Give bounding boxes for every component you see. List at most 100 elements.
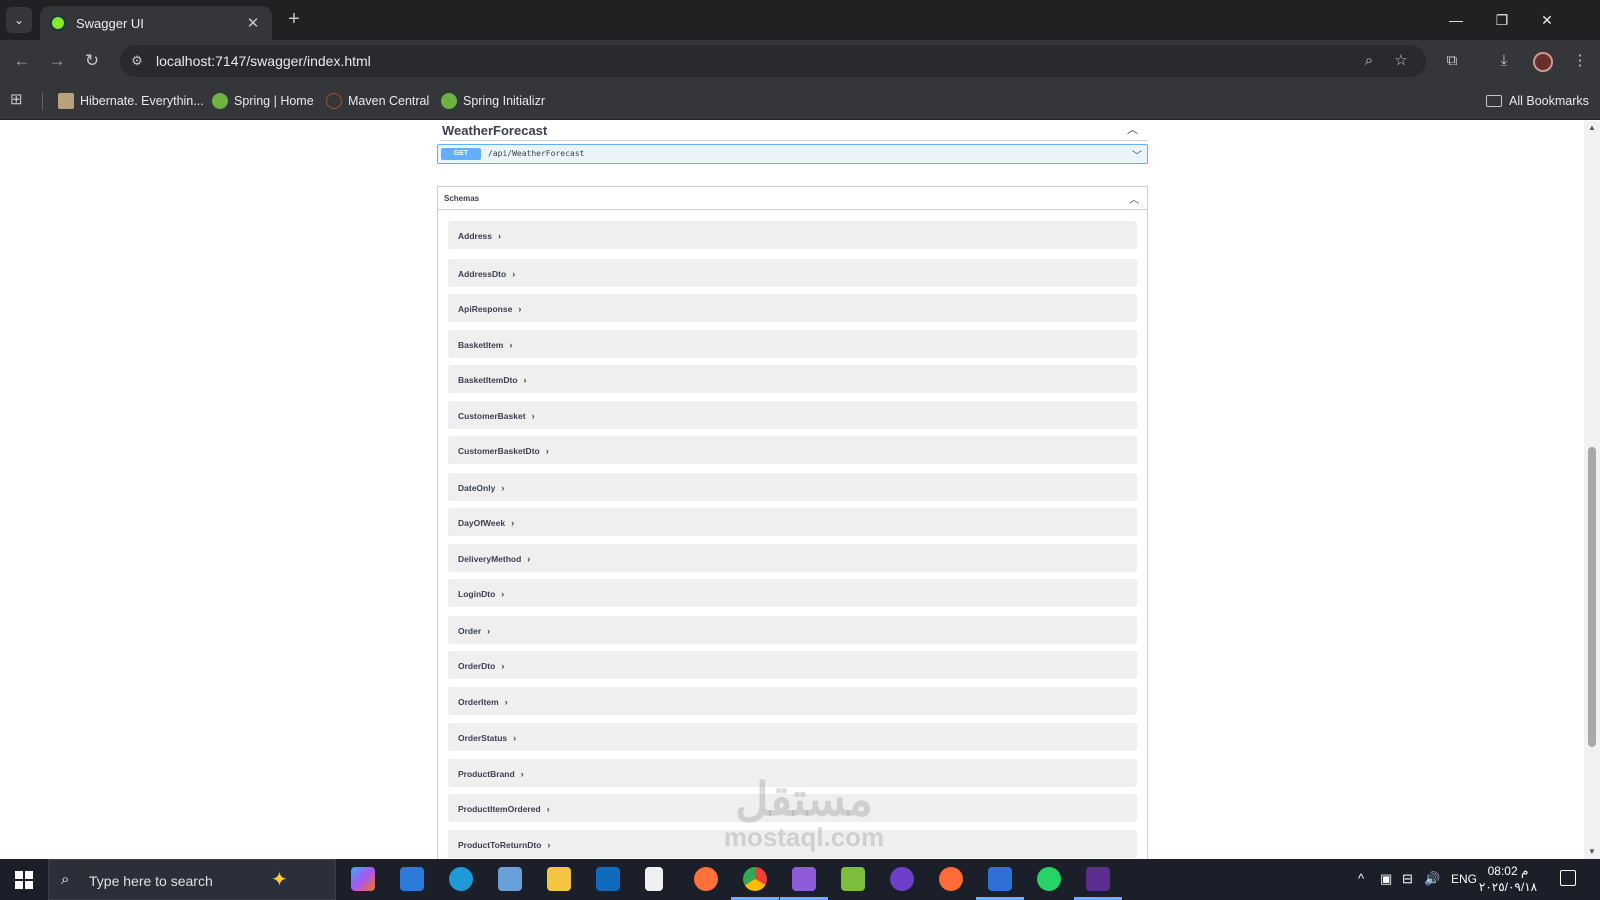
- file-explorer-icon[interactable]: [547, 867, 571, 891]
- postman-app-icon[interactable]: [939, 867, 963, 891]
- extensions-icon[interactable]: ⧉: [1440, 50, 1464, 72]
- reload-button[interactable]: ↻: [80, 49, 104, 73]
- camera-icon[interactable]: ▣: [1380, 871, 1392, 887]
- tool-app-icon[interactable]: [841, 867, 865, 891]
- notification-icon[interactable]: [1560, 870, 1576, 886]
- bookmark-spring-home[interactable]: Spring | Home: [212, 91, 314, 111]
- schema-item[interactable]: DayOfWeek ›: [448, 508, 1137, 536]
- schemas-header[interactable]: Schemas ︿: [438, 187, 1147, 210]
- chevron-right-icon[interactable]: ›: [501, 589, 504, 599]
- schema-item[interactable]: OrderItem ›: [448, 687, 1137, 715]
- menu-kebab-icon[interactable]: ⋮: [1568, 50, 1592, 72]
- notepad-app-icon[interactable]: [645, 867, 663, 891]
- whatsapp-app-icon[interactable]: [1037, 867, 1061, 891]
- intellij-app-icon[interactable]: [988, 867, 1012, 891]
- chevron-right-icon[interactable]: ›: [501, 483, 504, 493]
- chevron-right-icon[interactable]: ›: [511, 518, 514, 528]
- schema-name-text: ProductBrand: [458, 769, 515, 779]
- edge-app-icon[interactable]: [449, 867, 473, 891]
- taskbar-search[interactable]: ⌕ Type here to search ✦: [48, 859, 336, 900]
- back-button[interactable]: ←: [10, 49, 34, 73]
- schema-item[interactable]: OrderDto ›: [448, 651, 1137, 679]
- chevron-right-icon[interactable]: ›: [547, 840, 550, 850]
- taskbar-search-placeholder: Type here to search: [89, 873, 213, 889]
- chevron-right-icon[interactable]: ›: [512, 269, 515, 279]
- schema-item[interactable]: AddressDto ›: [448, 259, 1137, 287]
- close-window-button[interactable]: ✕: [1532, 8, 1562, 32]
- chevron-right-icon[interactable]: ›: [518, 304, 521, 314]
- new-tab-button[interactable]: +: [282, 8, 306, 32]
- chevron-right-icon[interactable]: ›: [532, 411, 535, 421]
- copilot-app-icon[interactable]: [351, 867, 375, 891]
- chevron-right-icon[interactable]: ›: [487, 626, 490, 636]
- profile-avatar[interactable]: [1533, 52, 1553, 72]
- restore-button[interactable]: ❐: [1487, 8, 1517, 32]
- chevron-right-icon[interactable]: ›: [524, 375, 527, 385]
- tray-chevron-up-icon[interactable]: ^: [1358, 871, 1364, 886]
- schema-item[interactable]: DateOnly ›: [448, 473, 1137, 501]
- forward-button[interactable]: →: [45, 49, 69, 73]
- schema-name-text: LoginDto: [458, 589, 496, 599]
- address-url[interactable]: localhost:7147/swagger/index.html: [156, 53, 371, 69]
- chevron-right-icon[interactable]: ›: [505, 697, 508, 707]
- operation-get-weatherforecast[interactable]: GET /api/WeatherForecast ﹀: [437, 144, 1148, 164]
- schema-item[interactable]: Address ›: [448, 221, 1137, 249]
- schema-item[interactable]: BasketItemDto ›: [448, 365, 1137, 393]
- zoom-icon[interactable]: ⌕: [1358, 51, 1380, 71]
- page-scrollbar[interactable]: ▲ ▼: [1584, 121, 1600, 859]
- chevron-right-icon[interactable]: ›: [527, 554, 530, 564]
- chevron-right-icon[interactable]: ›: [513, 733, 516, 743]
- windows-start-icon[interactable]: [15, 871, 33, 889]
- bookmark-maven-central[interactable]: Maven Central: [326, 91, 429, 111]
- chevron-right-icon[interactable]: ›: [498, 231, 501, 241]
- language-indicator[interactable]: ENG: [1451, 872, 1477, 886]
- chevron-up-icon[interactable]: ︿: [1127, 121, 1138, 137]
- chrome-app-icon[interactable]: [743, 867, 767, 891]
- clock-date[interactable]: ٢٠٢٥/٠٩/١٨: [1476, 880, 1540, 894]
- scrollbar-thumb[interactable]: [1588, 447, 1596, 747]
- schema-item[interactable]: OrderStatus ›: [448, 723, 1137, 751]
- bookmark-label: Spring | Home: [234, 94, 314, 108]
- tag-section-weatherforecast[interactable]: WeatherForecast ︿: [440, 121, 1148, 141]
- tab-search-button[interactable]: ⌄: [6, 7, 32, 33]
- bookmark-label: Spring Initializr: [463, 94, 545, 108]
- chevron-up-icon[interactable]: ︿: [1129, 191, 1139, 206]
- bookmark-hibernate[interactable]: Hibernate. Everythin...: [58, 91, 204, 111]
- watermark-latin: mostaql.com: [723, 822, 885, 852]
- scroll-up-icon[interactable]: ▲: [1587, 123, 1597, 133]
- schema-item[interactable]: ApiResponse ›: [448, 294, 1137, 322]
- site-info-icon[interactable]: ⚙: [128, 52, 146, 70]
- schema-item[interactable]: LoginDto ›: [448, 579, 1137, 607]
- schema-item[interactable]: DeliveryMethod ›: [448, 544, 1137, 572]
- bookmark-spring-initializr[interactable]: Spring Initializr: [441, 91, 545, 111]
- firefox-app-icon[interactable]: [694, 867, 718, 891]
- github-desktop-icon[interactable]: [890, 867, 914, 891]
- visual-studio-icon[interactable]: [792, 867, 816, 891]
- apps-grid-icon[interactable]: ⊞: [10, 91, 28, 109]
- outlook-app-icon[interactable]: [596, 867, 620, 891]
- chevron-right-icon[interactable]: ›: [546, 446, 549, 456]
- photos-app-icon[interactable]: [498, 867, 522, 891]
- clock-time[interactable]: 08:02 م: [1480, 864, 1536, 878]
- volume-icon[interactable]: 🔊: [1424, 871, 1440, 887]
- schema-item[interactable]: BasketItem ›: [448, 330, 1137, 358]
- schema-item[interactable]: CustomerBasketDto ›: [448, 436, 1137, 464]
- all-bookmarks-button[interactable]: All Bookmarks: [1486, 91, 1589, 111]
- chevron-right-icon[interactable]: ›: [509, 340, 512, 350]
- bookmark-star-icon[interactable]: ☆: [1390, 51, 1412, 71]
- download-icon[interactable]: ⤓: [1492, 50, 1516, 72]
- network-icon[interactable]: ⊟: [1402, 871, 1413, 887]
- minimize-button[interactable]: —: [1441, 8, 1471, 32]
- schema-item[interactable]: Order ›: [448, 616, 1137, 644]
- address-bar[interactable]: ⚙ localhost:7147/swagger/index.html ⌕ ☆: [120, 45, 1426, 77]
- schema-item[interactable]: CustomerBasket ›: [448, 401, 1137, 429]
- terminal-app-icon[interactable]: [1086, 867, 1110, 891]
- chevron-right-icon[interactable]: ›: [501, 661, 504, 671]
- tab-swagger[interactable]: Swagger UI ✕: [40, 6, 272, 40]
- scroll-down-icon[interactable]: ▼: [1587, 847, 1597, 857]
- chevron-down-icon[interactable]: ﹀: [1132, 147, 1142, 162]
- store-app-icon[interactable]: [400, 867, 424, 891]
- chevron-right-icon[interactable]: ›: [547, 804, 550, 814]
- chevron-right-icon[interactable]: ›: [521, 769, 524, 779]
- close-tab-icon[interactable]: ✕: [244, 14, 262, 32]
